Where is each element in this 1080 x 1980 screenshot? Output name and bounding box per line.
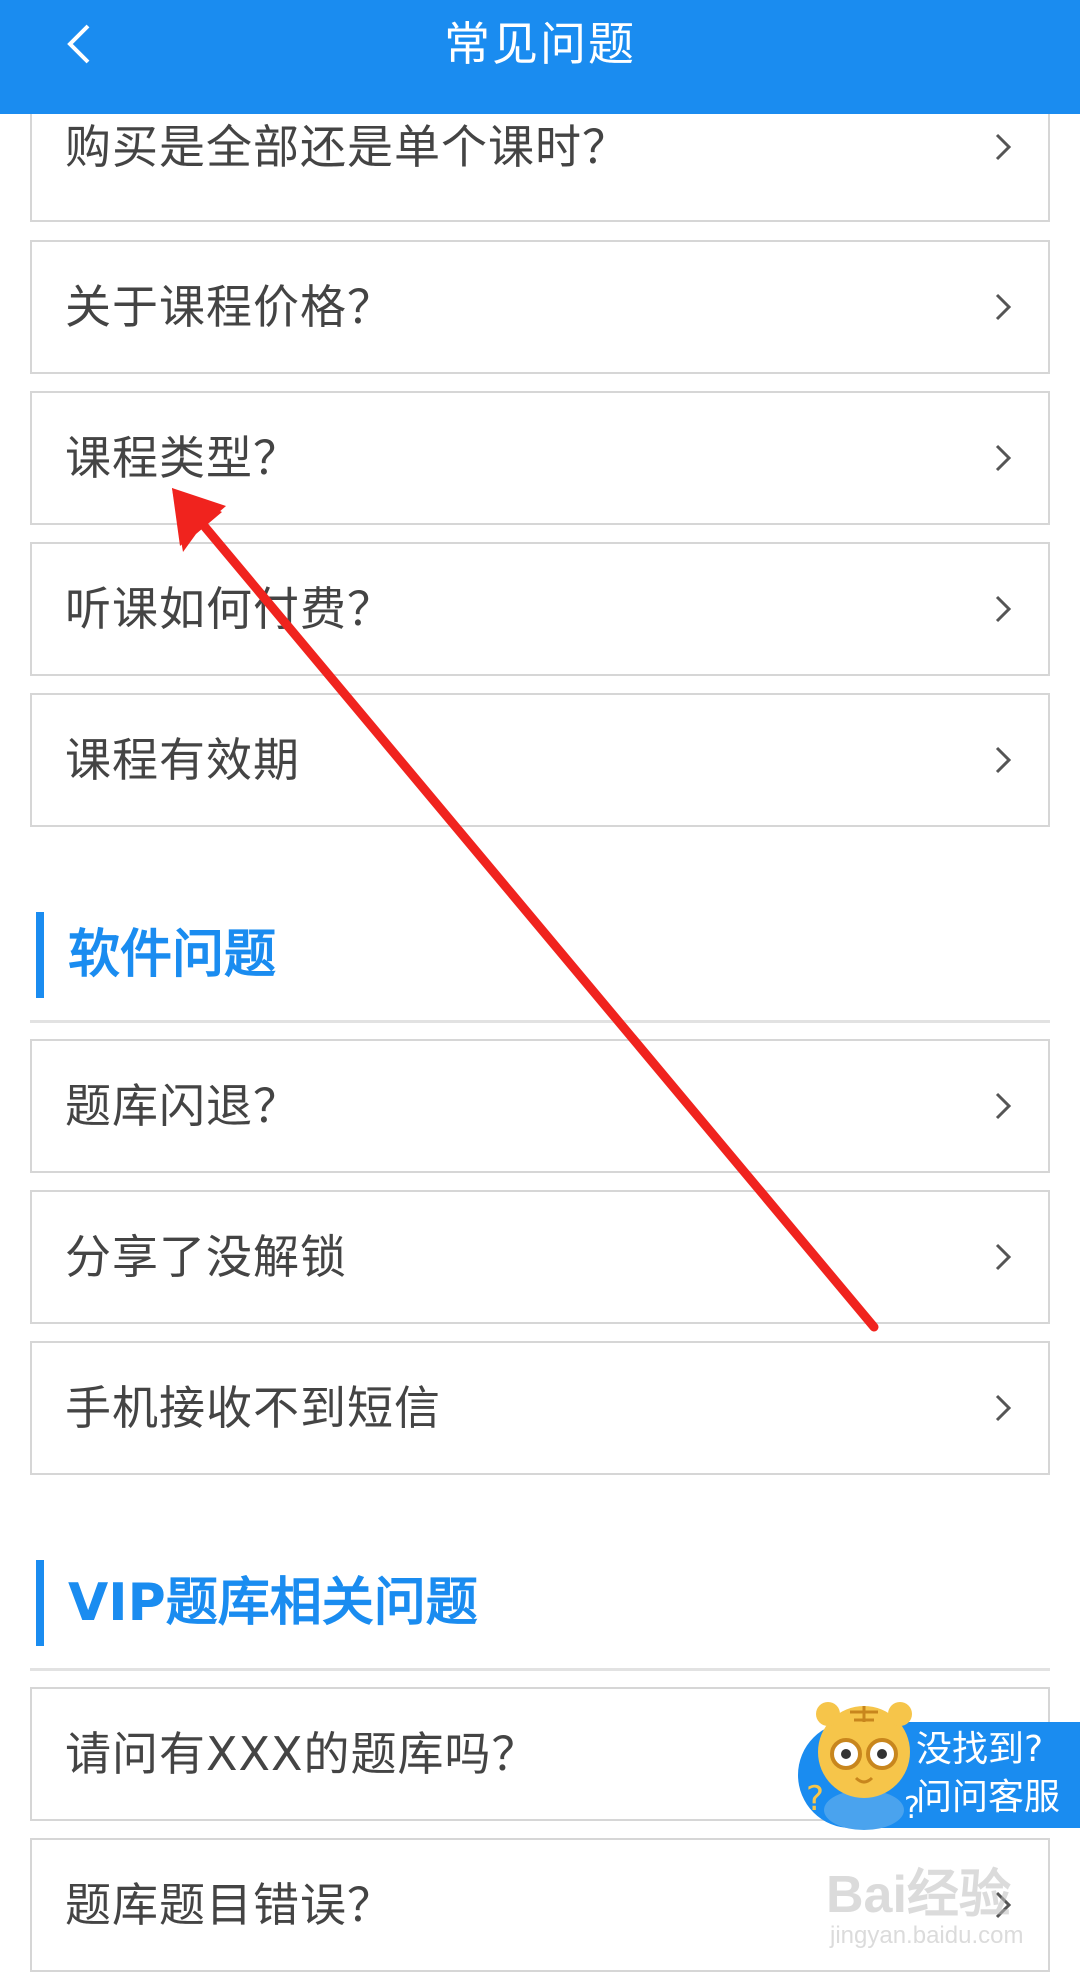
section-accent-bar bbox=[36, 1560, 44, 1646]
faq-item-label: 课程有效期 bbox=[65, 733, 300, 787]
section-title: VIP题库相关问题 bbox=[68, 1573, 478, 1633]
svg-text:?: ? bbox=[806, 1779, 824, 1819]
faq-item-course-price[interactable]: 关于课程价格？ bbox=[30, 240, 1050, 374]
chevron-right-icon bbox=[995, 444, 1012, 472]
section-header-vip: VIP题库相关问题 bbox=[36, 1560, 1046, 1646]
section-divider bbox=[30, 1668, 1050, 1671]
watermark-brand: Bai经验 bbox=[826, 1866, 1011, 1924]
customer-service-button[interactable]: ? ? 没找到? 问问客服 bbox=[798, 1690, 1080, 1830]
faq-item-share-unlock[interactable]: 分享了没解锁 bbox=[30, 1190, 1050, 1324]
faq-item-course-type[interactable]: 课程类型？ bbox=[30, 391, 1050, 525]
section-divider bbox=[30, 1020, 1050, 1023]
help-line-2: 问问客服 bbox=[916, 1777, 1061, 1818]
chevron-right-icon bbox=[995, 133, 1012, 161]
page-title: 常见问题 bbox=[444, 17, 636, 71]
faq-item-sms[interactable]: 手机接收不到短信 bbox=[30, 1341, 1050, 1475]
chevron-right-icon bbox=[995, 1394, 1012, 1422]
chevron-right-icon bbox=[995, 595, 1012, 623]
chevron-right-icon bbox=[995, 746, 1012, 774]
faq-item-label: 题库题目错误？ bbox=[65, 1878, 394, 1932]
faq-item-app-crash[interactable]: 题库闪退？ bbox=[30, 1039, 1050, 1173]
section-header-software: 软件问题 bbox=[36, 912, 1046, 998]
chevron-right-icon bbox=[995, 293, 1012, 321]
faq-page: 购买是全部还是单个课时？ 关于课程价格？ 课程类型？ 听课如何付费？ 课程有效期… bbox=[0, 0, 1080, 1980]
section-title: 软件问题 bbox=[68, 925, 277, 985]
app-header: 常见问题 bbox=[0, 0, 1080, 114]
chevron-right-icon bbox=[995, 1092, 1012, 1120]
faq-item-label: 题库闪退？ bbox=[65, 1079, 300, 1133]
faq-item-payment[interactable]: 听课如何付费？ bbox=[30, 542, 1050, 676]
faq-item-label: 关于课程价格？ bbox=[65, 280, 394, 334]
tiger-mascot-icon: ? ? bbox=[806, 1702, 920, 1830]
faq-item-label: 课程类型？ bbox=[65, 431, 300, 485]
faq-item-label: 听课如何付费？ bbox=[65, 582, 394, 636]
chevron-right-icon bbox=[995, 1243, 1012, 1271]
baidu-watermark: Bai经验 jingyan.baidu.com bbox=[826, 1852, 1046, 1962]
help-line-1: 没找到? bbox=[916, 1729, 1044, 1770]
faq-item-label: 手机接收不到短信 bbox=[65, 1381, 441, 1435]
section-accent-bar bbox=[36, 912, 44, 998]
faq-item-validity[interactable]: 课程有效期 bbox=[30, 693, 1050, 827]
help-text: 没找到? 问问客服 bbox=[916, 1726, 1060, 1822]
faq-item-label: 分享了没解锁 bbox=[65, 1230, 347, 1284]
faq-item-label: 请问有XXX的题库吗？ bbox=[65, 1727, 539, 1781]
watermark-url: jingyan.baidu.com bbox=[830, 1922, 1024, 1949]
